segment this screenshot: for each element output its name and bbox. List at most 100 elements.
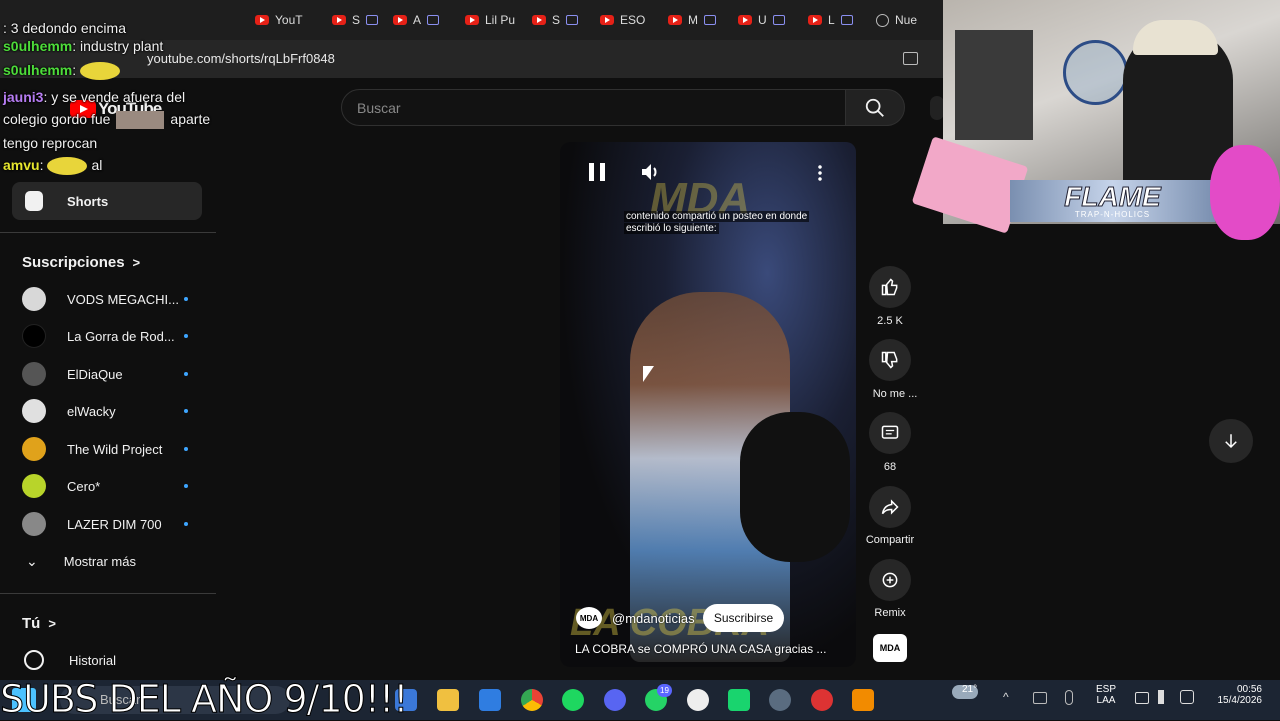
wall-poster <box>955 30 1033 140</box>
comments-button[interactable] <box>869 412 911 454</box>
install-app-icon[interactable] <box>903 52 918 65</box>
obs-icon[interactable] <box>811 689 833 711</box>
voice-search-button[interactable] <box>930 96 944 120</box>
sidebar-item-channel[interactable]: ElDiaQue <box>12 356 202 392</box>
chrome-icon[interactable] <box>521 689 543 711</box>
channel-handle[interactable]: @mdanoticias <box>612 611 695 626</box>
subscriptions-header[interactable]: Suscripciones > <box>22 254 140 271</box>
share-button[interactable] <box>869 486 911 528</box>
browser-tab[interactable]: L <box>808 10 853 30</box>
youtube-icon <box>600 15 614 25</box>
like-button[interactable] <box>869 266 911 308</box>
youtube-icon <box>393 15 407 25</box>
emote-icon <box>116 111 165 130</box>
file-explorer-icon[interactable] <box>437 689 459 711</box>
emote-icon <box>80 62 121 81</box>
chat-message: amvu: al <box>3 157 102 176</box>
microphone-icon[interactable] <box>1065 690 1073 705</box>
kick-icon[interactable] <box>728 689 750 711</box>
subscribe-button[interactable]: Suscribirse <box>703 604 784 632</box>
share-label: Compartir <box>865 534 915 546</box>
chevron-up-icon[interactable]: ^ <box>1003 690 1009 704</box>
arrow-down-icon <box>1225 434 1237 449</box>
url-field[interactable]: youtube.com/shorts/rqLbFrf0848 <box>147 51 335 66</box>
sidebar-item-channel[interactable]: elWacky <box>12 393 202 429</box>
search-button[interactable] <box>845 89 905 126</box>
youtube-icon <box>255 15 269 25</box>
battery-icon[interactable] <box>1180 690 1194 704</box>
globe-icon <box>876 13 889 27</box>
youtube-icon <box>738 15 752 25</box>
youtube-icon <box>808 15 822 25</box>
settings-icon[interactable] <box>769 689 791 711</box>
buddha-sticker <box>1210 145 1280 240</box>
tab-group-icon <box>704 15 716 25</box>
tab-group-icon <box>840 15 853 25</box>
comment-icon <box>881 425 899 439</box>
clock[interactable]: 00:56 15/4/2026 <box>1210 684 1263 706</box>
tray-icon[interactable] <box>1033 692 1047 704</box>
search-input[interactable]: Buscar <box>357 100 401 116</box>
dislike-button[interactable] <box>869 339 911 381</box>
shorts-icon <box>25 191 43 211</box>
vlc-icon[interactable] <box>852 689 874 711</box>
remix-icon <box>882 572 898 588</box>
discord-icon[interactable] <box>604 689 626 711</box>
chevron-down-icon: ⌄ <box>26 552 38 569</box>
browser-tab[interactable]: ESO <box>600 10 645 30</box>
short-title[interactable]: LA COBRA se COMPRÓ UNA CASA gracias ... <box>575 642 826 656</box>
sidebar-item-channel[interactable]: VODS MEGACHI... <box>12 281 202 317</box>
avatar <box>22 437 46 461</box>
avatar <box>22 362 46 386</box>
store-icon[interactable] <box>479 689 501 711</box>
youtube-icon <box>332 15 346 25</box>
browser-tab[interactable]: A <box>393 10 440 30</box>
avatar <box>22 287 46 311</box>
channel-avatar[interactable]: MDA <box>576 607 602 629</box>
browser-tab-bar: YouT S A Lil Pu S ESO M U L Nue <box>0 0 945 40</box>
language-indicator[interactable]: ESP LAA <box>1096 684 1116 706</box>
pause-icon[interactable] <box>589 163 605 181</box>
remix-button[interactable] <box>869 559 911 601</box>
mouse-cursor-icon <box>643 366 654 382</box>
tab-group-icon <box>566 15 579 25</box>
search-icon <box>865 98 884 117</box>
browser-tab[interactable]: YouT <box>255 10 303 30</box>
chat-message: jauni3: y se vende afuera del <box>3 89 186 105</box>
more-options-icon[interactable] <box>818 164 822 182</box>
browser-tab[interactable]: M <box>668 10 716 30</box>
avatar <box>22 512 46 536</box>
next-short-button[interactable] <box>1209 419 1253 463</box>
thumbs-down-icon <box>881 351 898 369</box>
browser-tab[interactable]: Lil Pu <box>465 10 515 30</box>
chat-message: tengo reprocan <box>3 135 98 151</box>
sidebar-item-channel[interactable]: La Gorra de Rod... <box>12 318 202 354</box>
show-more-button[interactable]: ⌄ Mostrar más <box>12 543 202 579</box>
browser-tab[interactable]: S <box>532 10 579 30</box>
avatar <box>22 474 46 498</box>
you-header[interactable]: Tú > <box>22 615 56 632</box>
browser-tab[interactable]: S <box>332 10 379 30</box>
network-icon[interactable] <box>1135 692 1149 704</box>
remix-label: Remix <box>874 607 906 619</box>
volume-tray-icon[interactable] <box>1158 690 1170 704</box>
browser-tab[interactable]: Nue <box>876 10 917 30</box>
whatsapp-badge: 19 <box>657 684 672 697</box>
sidebar-item-channel[interactable]: Cero* <box>12 468 202 504</box>
search-box[interactable]: Buscar <box>341 89 846 126</box>
browser-tab[interactable]: U <box>738 10 785 30</box>
chat-message: : 3 dedondo encima <box>3 20 126 36</box>
volume-icon[interactable] <box>640 162 662 182</box>
new-content-dot <box>184 334 188 338</box>
sidebar-item-channel[interactable]: LAZER DIM 700 <box>12 506 202 542</box>
sidebar-item-channel[interactable]: The Wild Project <box>12 431 202 467</box>
sound-thumbnail[interactable]: MDA <box>873 634 907 662</box>
sidebar-item-shorts[interactable]: Shorts <box>12 182 202 220</box>
youtube-icon <box>532 15 546 25</box>
spotify-icon[interactable] <box>562 689 584 711</box>
new-content-dot <box>184 522 188 526</box>
shorts-video-player[interactable]: MDA contenido compartió un posteo en don… <box>560 142 856 667</box>
sidebar-item-history[interactable]: Historial <box>12 642 202 678</box>
app-icon[interactable] <box>687 689 709 711</box>
tab-group-icon <box>772 15 785 25</box>
